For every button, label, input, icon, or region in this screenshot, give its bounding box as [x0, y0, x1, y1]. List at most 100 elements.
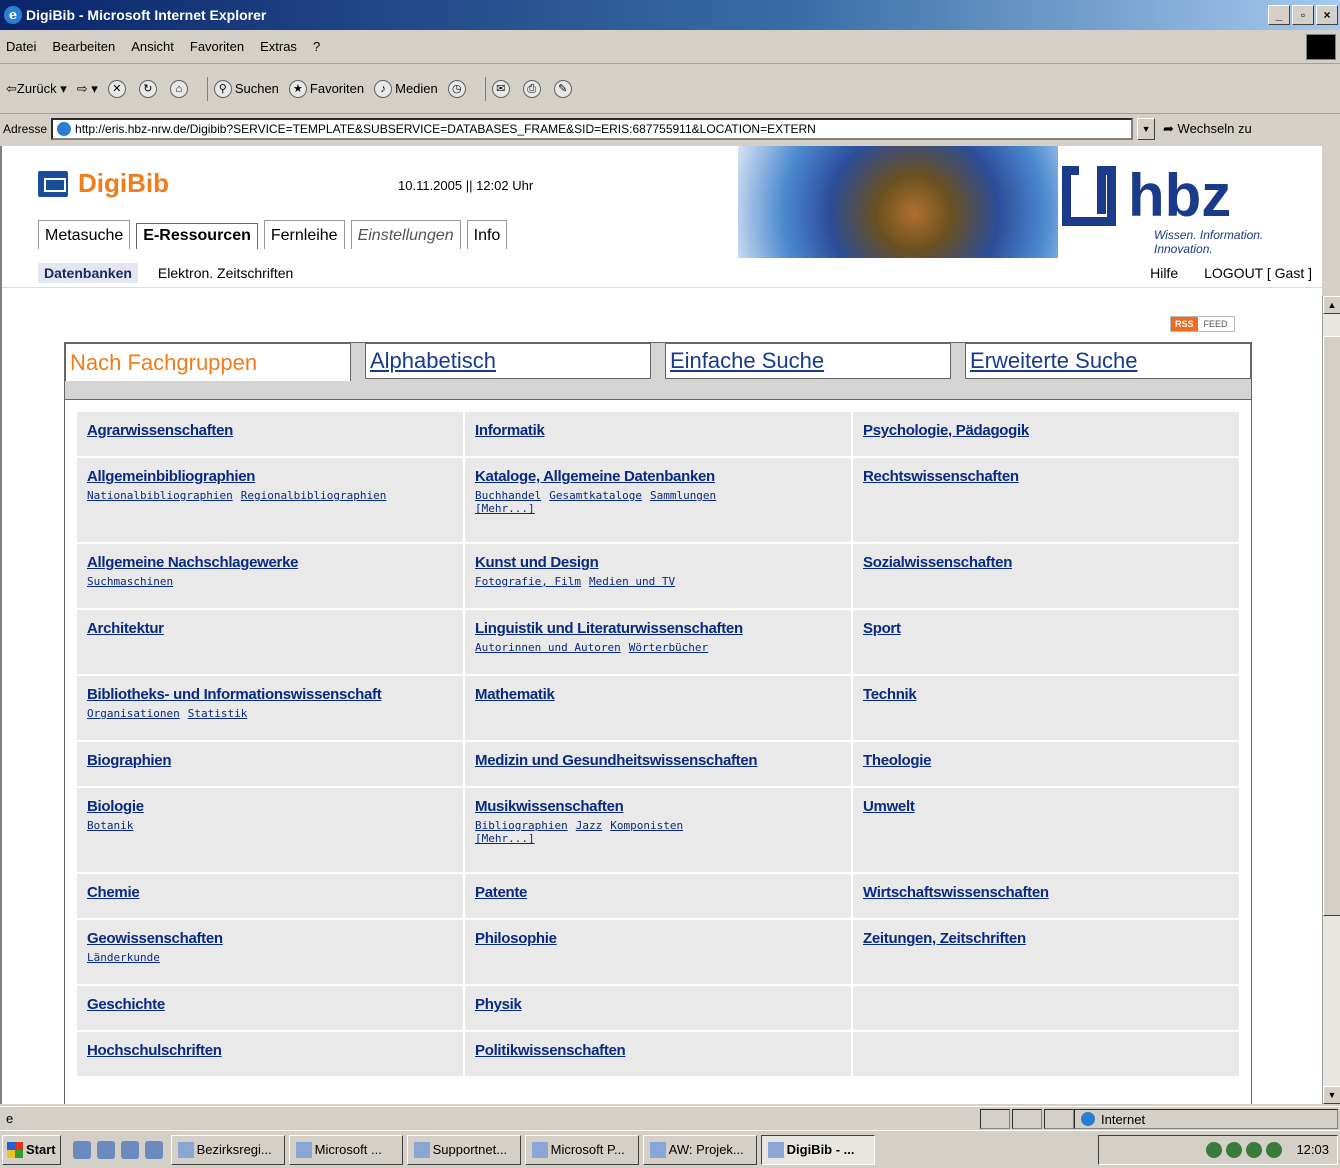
- menu-favoriten[interactable]: Favoriten: [190, 39, 244, 54]
- subcategory-link[interactable]: Botanik: [87, 819, 133, 832]
- task-microsoft-powerpoint[interactable]: Microsoft P...: [524, 1134, 639, 1165]
- outlook-icon[interactable]: [120, 1140, 139, 1159]
- category-link[interactable]: Theologie: [863, 752, 1229, 769]
- edit-button[interactable]: ✎: [553, 79, 575, 98]
- category-link[interactable]: Medizin und Gesundheitswissenschaften: [475, 752, 841, 769]
- category-link[interactable]: Bibliotheks- und Informationswissenschaf…: [87, 686, 453, 703]
- task-microsoft-word[interactable]: Microsoft ...: [288, 1134, 403, 1165]
- menu-extras[interactable]: Extras: [260, 39, 297, 54]
- vertical-scrollbar[interactable]: ▲ ▼: [1322, 296, 1340, 1104]
- task-aw-projek[interactable]: AW: Projek...: [642, 1134, 757, 1165]
- category-link[interactable]: Informatik: [475, 422, 841, 439]
- category-link[interactable]: Philosophie: [475, 930, 841, 947]
- media-button[interactable]: ♪ Medien: [374, 79, 438, 98]
- category-link[interactable]: Geschichte: [87, 996, 453, 1013]
- subcategory-link[interactable]: Regionalbibliographien: [241, 489, 387, 502]
- category-link[interactable]: Linguistik und Literaturwissenschaften: [475, 620, 841, 637]
- network-icon[interactable]: [144, 1140, 163, 1159]
- tab-alphabetisch[interactable]: Alphabetisch: [365, 343, 651, 379]
- subcategory-link[interactable]: Sammlungen: [650, 489, 716, 502]
- more-link[interactable]: [Mehr...]: [475, 502, 841, 515]
- category-link[interactable]: Biographien: [87, 752, 453, 769]
- category-link[interactable]: Mathematik: [475, 686, 841, 703]
- category-link[interactable]: Umwelt: [863, 798, 1229, 815]
- category-link[interactable]: Wirtschaftswissenschaften: [863, 884, 1229, 901]
- task-digibib[interactable]: DigiBib - ...: [760, 1134, 875, 1165]
- category-link[interactable]: Sport: [863, 620, 1229, 637]
- subcategory-link[interactable]: Komponisten: [610, 819, 683, 832]
- forward-button[interactable]: ⇨ ▾: [77, 81, 98, 97]
- tray-icon[interactable]: [1246, 1141, 1263, 1158]
- subcategory-link[interactable]: Medien und TV: [589, 575, 675, 588]
- tray-icon[interactable]: [1206, 1141, 1223, 1158]
- start-button[interactable]: Start: [2, 1134, 61, 1165]
- back-button[interactable]: ⇦ Zurück ▾: [6, 81, 67, 97]
- category-link[interactable]: Biologie: [87, 798, 453, 815]
- tab-metasuche[interactable]: Metasuche: [38, 220, 131, 249]
- help-link[interactable]: Hilfe: [1150, 265, 1178, 281]
- subcategory-link[interactable]: Bibliographien: [475, 819, 568, 832]
- menu-datei[interactable]: Datei: [6, 39, 36, 54]
- tray-icon[interactable]: [1266, 1141, 1283, 1158]
- tab-erweiterte-suche[interactable]: Erweiterte Suche: [965, 343, 1251, 379]
- scroll-down-icon[interactable]: ▼: [1323, 1086, 1340, 1104]
- desktop-icon[interactable]: [72, 1140, 91, 1159]
- category-link[interactable]: Zeitungen, Zeitschriften: [863, 930, 1229, 947]
- category-link[interactable]: Hochschulschriften: [87, 1042, 453, 1059]
- subcategory-link[interactable]: Fotografie, Film: [475, 575, 581, 588]
- minimize-button[interactable]: _: [1268, 5, 1290, 25]
- more-link[interactable]: [Mehr...]: [475, 832, 841, 845]
- maximize-button[interactable]: ▫: [1292, 5, 1314, 25]
- go-button[interactable]: ➦ Wechseln zu: [1163, 121, 1252, 137]
- menu-help[interactable]: ?: [313, 39, 320, 54]
- category-link[interactable]: Kunst und Design: [475, 554, 841, 571]
- subcategory-link[interactable]: Statistik: [188, 707, 248, 720]
- menu-ansicht[interactable]: Ansicht: [131, 39, 174, 54]
- category-link[interactable]: Allgemeinbibliographien: [87, 468, 453, 485]
- category-link[interactable]: Technik: [863, 686, 1229, 703]
- subcategory-link[interactable]: Gesamtkataloge: [549, 489, 642, 502]
- tab-einfache-suche[interactable]: Einfache Suche: [665, 343, 951, 379]
- category-link[interactable]: Politikwissenschaften: [475, 1042, 841, 1059]
- tab-e-ressourcen[interactable]: E-Ressourcen: [136, 223, 258, 249]
- print-button[interactable]: ⎙: [522, 79, 544, 98]
- scroll-up-icon[interactable]: ▲: [1323, 296, 1340, 314]
- category-link[interactable]: Agrarwissenschaften: [87, 422, 453, 439]
- tab-einstellungen[interactable]: Einstellungen: [350, 220, 461, 249]
- task-supportnet[interactable]: Supportnet...: [406, 1134, 521, 1165]
- category-link[interactable]: Physik: [475, 996, 841, 1013]
- tab-info[interactable]: Info: [466, 220, 508, 249]
- category-link[interactable]: Geowissenschaften: [87, 930, 453, 947]
- category-link[interactable]: Sozialwissenschaften: [863, 554, 1229, 571]
- category-link[interactable]: Allgemeine Nachschlagewerke: [87, 554, 453, 571]
- history-button[interactable]: ◷: [447, 79, 469, 98]
- subcategory-link[interactable]: Nationalbibliographien: [87, 489, 233, 502]
- category-link[interactable]: Architektur: [87, 620, 453, 637]
- scroll-thumb[interactable]: [1323, 336, 1340, 916]
- rss-feed-badge[interactable]: RSS FEED: [1170, 316, 1235, 332]
- digibib-logo[interactable]: DigiBib: [38, 168, 169, 199]
- category-link[interactable]: Psychologie, Pädagogik: [863, 422, 1229, 439]
- subcategory-link[interactable]: Wörterbücher: [629, 641, 708, 654]
- ie-quicklaunch-icon[interactable]: [96, 1140, 115, 1159]
- category-link[interactable]: Patente: [475, 884, 841, 901]
- logout-link[interactable]: LOGOUT [ Gast ]: [1204, 265, 1312, 281]
- subnav-zeitschriften[interactable]: Elektron. Zeitschriften: [158, 265, 293, 281]
- address-dropdown[interactable]: ▼: [1137, 118, 1156, 140]
- subcategory-link[interactable]: Länderkunde: [87, 951, 160, 964]
- category-link[interactable]: Rechtswissenschaften: [863, 468, 1229, 485]
- subcategory-link[interactable]: Suchmaschinen: [87, 575, 173, 588]
- category-link[interactable]: Chemie: [87, 884, 453, 901]
- tab-nach-fachgruppen[interactable]: Nach Fachgruppen: [65, 343, 351, 381]
- tab-fernleihe[interactable]: Fernleihe: [263, 220, 345, 249]
- stop-button[interactable]: ✕: [107, 79, 129, 98]
- subcategory-link[interactable]: Jazz: [576, 819, 603, 832]
- address-input[interactable]: http://eris.hbz-nrw.de/Digibib?SERVICE=T…: [51, 118, 1134, 140]
- search-button[interactable]: ⚲ Suchen: [213, 79, 279, 98]
- menu-bearbeiten[interactable]: Bearbeiten: [52, 39, 115, 54]
- category-link[interactable]: Kataloge, Allgemeine Datenbanken: [475, 468, 841, 485]
- subnav-datenbanken[interactable]: Datenbanken: [38, 262, 138, 283]
- refresh-button[interactable]: ↻: [138, 79, 160, 98]
- subcategory-link[interactable]: Buchhandel: [475, 489, 541, 502]
- category-link[interactable]: Musikwissenschaften: [475, 798, 841, 815]
